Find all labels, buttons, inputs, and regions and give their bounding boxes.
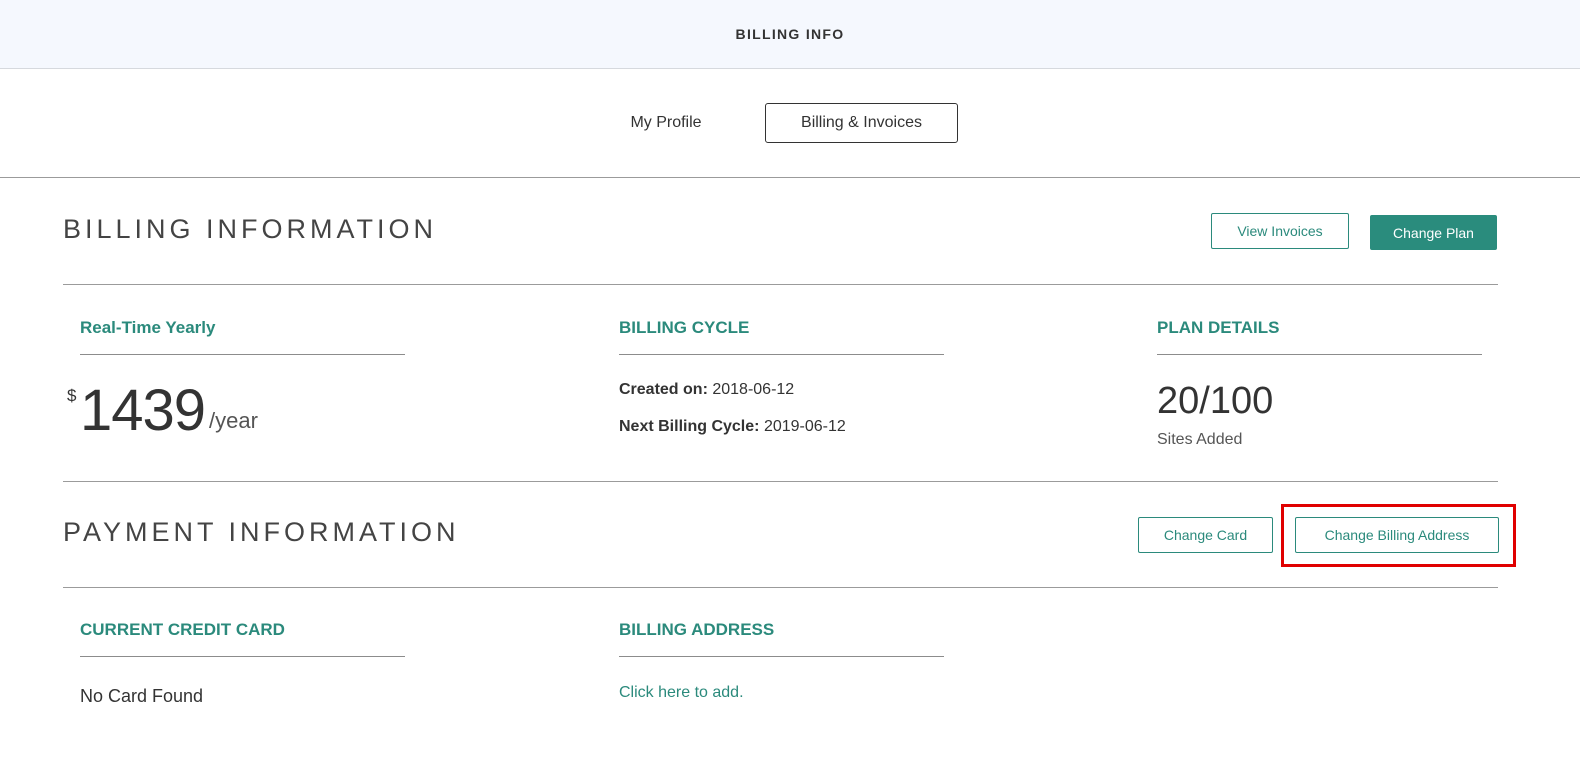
divider <box>63 284 1498 285</box>
created-on-label: Created on: <box>619 381 708 398</box>
next-billing-cycle-label: Next Billing Cycle: <box>619 418 760 435</box>
plan-details-heading: PLAN DETAILS <box>1157 318 1280 337</box>
divider <box>619 656 944 657</box>
created-on-row: Created on: 2018-06-12 <box>619 381 794 399</box>
top-header: BILLING INFO <box>0 0 1580 69</box>
divider <box>63 587 1498 588</box>
tab-billing-invoices[interactable]: Billing & Invoices <box>765 103 958 143</box>
billing-address-heading: BILLING ADDRESS <box>619 620 775 639</box>
change-card-button[interactable]: Change Card <box>1138 517 1273 553</box>
divider <box>1157 354 1482 355</box>
created-on-value: 2018-06-12 <box>712 381 795 398</box>
billing-information-title: BILLING INFORMATION <box>63 214 438 244</box>
next-billing-cycle-row: Next Billing Cycle: 2019-06-12 <box>619 418 846 436</box>
tab-bar: My Profile Billing & Invoices <box>0 69 1580 178</box>
payment-information-title: PAYMENT INFORMATION <box>63 517 460 547</box>
sites-label: Sites Added <box>1157 431 1243 448</box>
divider <box>619 354 944 355</box>
divider <box>80 354 405 355</box>
change-plan-button[interactable]: Change Plan <box>1370 215 1497 250</box>
plan-name-heading: Real-Time Yearly <box>80 318 216 337</box>
billing-cycle-heading: BILLING CYCLE <box>619 318 750 337</box>
tab-my-profile[interactable]: My Profile <box>606 103 726 143</box>
view-invoices-button[interactable]: View Invoices <box>1211 213 1349 249</box>
price-currency: $ <box>67 386 77 405</box>
page-title: BILLING INFO <box>735 26 845 42</box>
current-credit-card-heading: CURRENT CREDIT CARD <box>80 620 285 639</box>
credit-card-value: No Card Found <box>80 686 204 706</box>
price-amount: 1439 <box>80 378 206 443</box>
sites-count: 20/100 <box>1157 380 1274 422</box>
change-billing-address-button[interactable]: Change Billing Address <box>1295 517 1499 553</box>
next-billing-cycle-value: 2019-06-12 <box>763 418 846 435</box>
divider <box>80 656 405 657</box>
add-billing-address-link[interactable]: Click here to add. <box>619 684 744 702</box>
divider <box>63 481 1498 482</box>
price-unit: /year <box>209 408 258 433</box>
